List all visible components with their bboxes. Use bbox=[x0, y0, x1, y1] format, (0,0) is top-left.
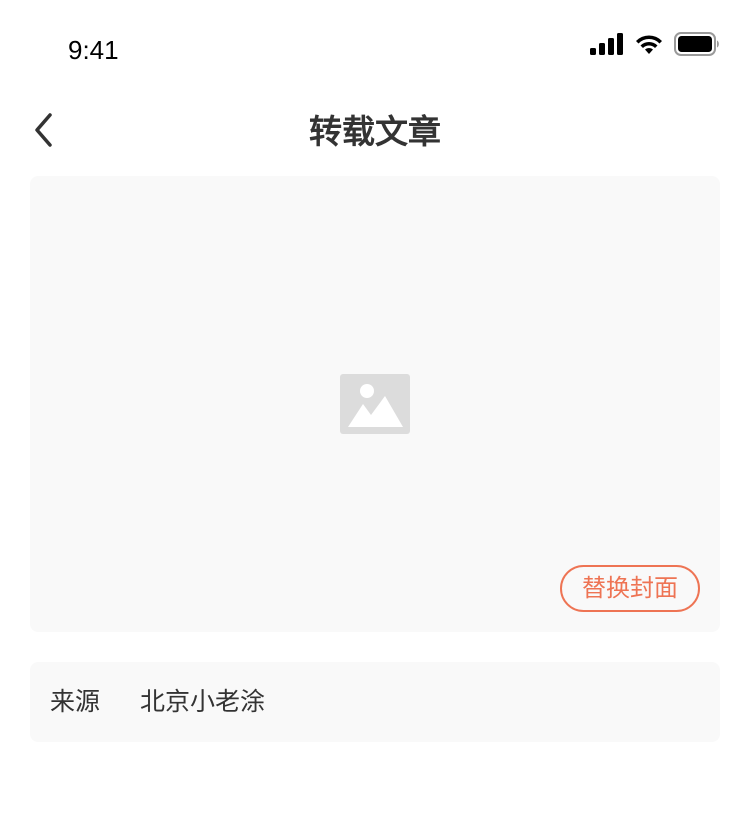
image-placeholder-icon bbox=[340, 374, 410, 434]
replace-cover-button[interactable]: 替换封面 bbox=[560, 565, 700, 612]
source-value: 北京小老涂 bbox=[140, 687, 266, 716]
status-bar: 9:41 bbox=[0, 0, 750, 88]
battery-icon bbox=[674, 32, 720, 60]
navigation-bar: 转载文章 bbox=[0, 88, 750, 176]
page-title: 转载文章 bbox=[309, 112, 441, 151]
status-time: 9:41 bbox=[68, 35, 119, 65]
source-row: 来源 北京小老涂 bbox=[30, 662, 720, 742]
status-icons bbox=[590, 32, 720, 60]
wifi-icon bbox=[634, 33, 664, 59]
source-label: 来源 bbox=[50, 687, 101, 716]
cellular-signal-icon bbox=[590, 33, 624, 59]
cover-image-area[interactable]: 替换封面 bbox=[30, 176, 720, 632]
